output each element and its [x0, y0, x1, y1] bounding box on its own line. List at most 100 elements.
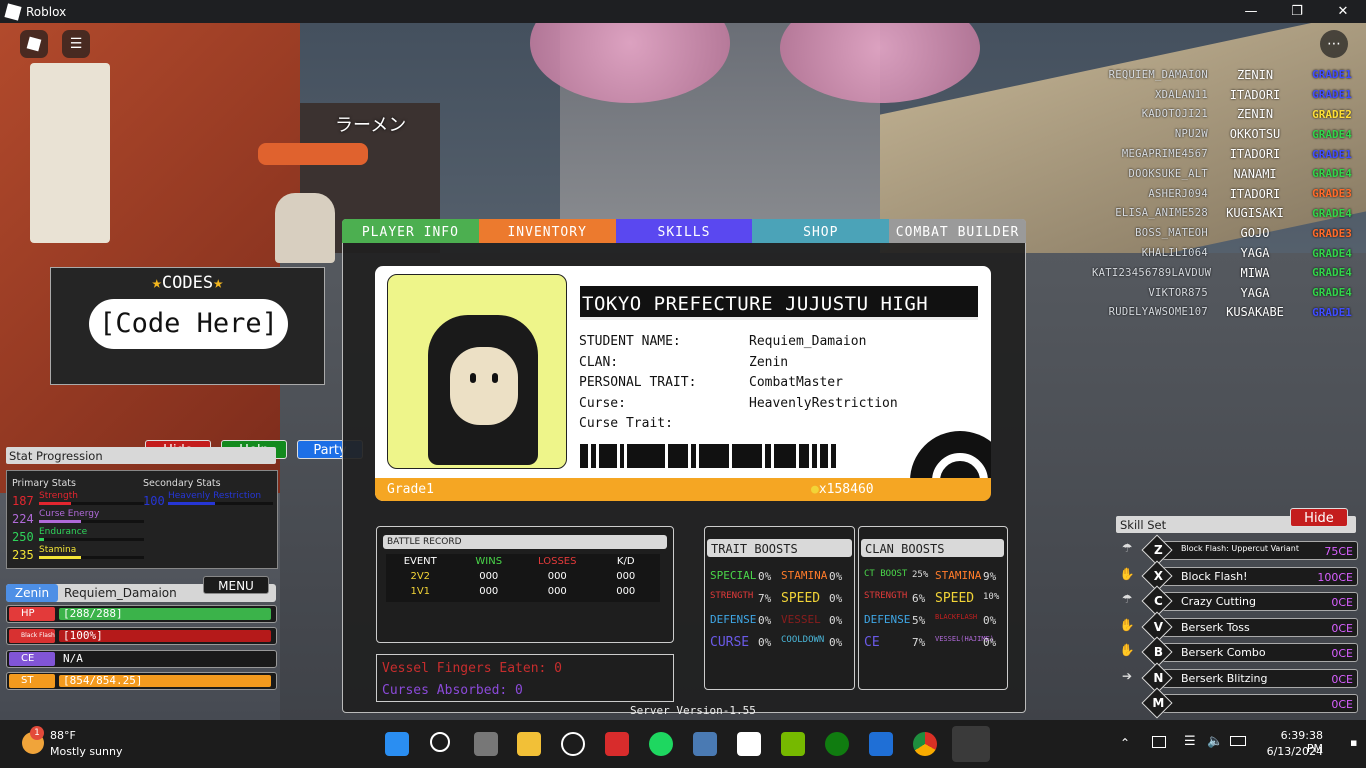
stat-value: 250: [12, 530, 34, 544]
tab-shop[interactable]: SHOP: [752, 219, 890, 243]
tab-skills[interactable]: SKILLS: [615, 219, 753, 243]
table-cell: 000: [547, 586, 567, 597]
stat-label: Strength: [39, 491, 78, 501]
field-label: CLAN:: [579, 354, 619, 370]
player-grade: GRADE4: [1312, 286, 1352, 300]
player-clan: GOJO: [1240, 226, 1270, 241]
spotify-icon[interactable]: [649, 732, 673, 756]
notification-icon[interactable]: ▪: [1350, 736, 1357, 749]
tab-inventory[interactable]: INVENTORY: [478, 219, 616, 243]
chevron-up-icon[interactable]: ⌃: [1120, 736, 1130, 750]
skill-hide-button[interactable]: Hide: [1290, 508, 1348, 527]
minimize-button[interactable]: —: [1228, 4, 1274, 19]
player-grade: GRADE4: [1312, 127, 1352, 141]
player-clan: ITADORI: [1229, 87, 1281, 102]
primary-stat-row: 235 Stamina: [12, 545, 144, 562]
clock-date[interactable]: 6/13/2024: [1265, 745, 1323, 758]
task-view-icon[interactable]: [474, 732, 498, 756]
codes-panel: ★CODES★ [Code Here]: [50, 267, 325, 385]
leaderboard-row[interactable]: RUDELYAWSOME107 KUSAKABE GRADE1: [1092, 303, 1362, 323]
leaderboard-row[interactable]: VIKTOR875 YAGA GRADE4: [1092, 283, 1362, 303]
boost-value: 10%: [983, 592, 1000, 602]
field-label: PERSONAL TRAIT:: [579, 375, 697, 390]
menu-button[interactable]: MENU: [203, 576, 269, 594]
boost-name: STRENGTH: [710, 591, 754, 601]
primary-stat-row: 187 Strength: [12, 491, 144, 508]
table-cell: 000: [479, 586, 499, 597]
secondary-stat-row: 100 Heavenly Restriction: [143, 491, 273, 508]
skill-key-label: V: [1153, 619, 1164, 634]
skill-row[interactable]: Berserk Blitzing 0CE: [1162, 668, 1358, 688]
chat-icon[interactable]: ☰: [62, 30, 90, 58]
stat-bar-fill: [39, 502, 71, 505]
tablet-icon[interactable]: [1152, 736, 1166, 748]
skill-key-label: M: [1152, 696, 1165, 710]
code-input[interactable]: [Code Here]: [89, 299, 288, 349]
player-grade: GRADE1: [1312, 68, 1352, 82]
leaderboard-row[interactable]: XDALAN11 ITADORI GRADE1: [1092, 85, 1362, 105]
skill-key-label: Z: [1154, 543, 1163, 557]
start-icon[interactable]: [385, 732, 409, 756]
player-name: NPU2W: [1174, 128, 1208, 141]
roblox-menu-icon[interactable]: [20, 30, 48, 58]
leaderboard-row[interactable]: ASHERJ094 ITADORI GRADE3: [1092, 184, 1362, 204]
more-options-icon[interactable]: ⋯: [1320, 30, 1348, 58]
boost-name: CURSE: [710, 635, 750, 650]
leaderboard-row[interactable]: DOOKSUKE_ALT NANAMI GRADE4: [1092, 164, 1362, 184]
maximize-button[interactable]: ❐: [1274, 4, 1320, 19]
boost-name: VESSEL: [781, 613, 821, 626]
student-id-card: TOKYO PREFECTURE JUJUSTU HIGH STUDENT NA…: [375, 266, 991, 501]
clan-badge: Zenin: [6, 584, 58, 602]
tab-player-info[interactable]: PLAYER INFO: [342, 219, 479, 243]
skill-cost: 0CE: [1331, 698, 1353, 711]
leaderboard-row[interactable]: ELISA_ANIME528 KUGISAKI GRADE4: [1092, 204, 1362, 224]
stat-label: Endurance: [39, 527, 88, 537]
boost-name: CE: [864, 635, 880, 650]
leaderboard-row[interactable]: KHALILI064 YAGA GRADE4: [1092, 243, 1362, 263]
player-grade: GRADE3: [1312, 187, 1352, 201]
volume-icon[interactable]: 🔈: [1207, 734, 1223, 749]
app-icon[interactable]: [605, 732, 629, 756]
boost-value: 25%: [912, 570, 929, 580]
skill-row[interactable]: Block Flash: Uppercut Variant 75CE: [1162, 541, 1358, 560]
defender-icon[interactable]: [869, 732, 893, 756]
leaderboard-row[interactable]: KATI23456789LAVDUW MIWA GRADE4: [1092, 263, 1362, 283]
boost-value: 5%: [912, 614, 926, 627]
stat-bar-fill: [39, 556, 81, 559]
weather-badge: 1: [30, 726, 44, 740]
stat-value: 187: [12, 494, 34, 508]
wifi-icon[interactable]: ☰: [1184, 734, 1196, 749]
nvidia-icon[interactable]: [781, 732, 805, 756]
leaderboard-row[interactable]: NPU2W OKKOTSU GRADE4: [1092, 124, 1362, 144]
app-icon[interactable]: [693, 732, 717, 756]
tab-combat-builder[interactable]: COMBAT BUILDER: [889, 219, 1026, 243]
skill-row[interactable]: 0CE: [1162, 694, 1358, 713]
field-value: Zenin: [749, 354, 789, 370]
close-button[interactable]: ✕: [1320, 4, 1366, 19]
player-clan: OKKOTSU: [1229, 127, 1281, 142]
stat-value: 235: [12, 548, 34, 562]
skill-row[interactable]: Crazy Cutting 0CE: [1162, 592, 1358, 611]
xbox-icon[interactable]: [825, 732, 849, 756]
skill-row[interactable]: Block Flash! 100CE: [1162, 566, 1358, 586]
player-clan: KUSAKABE: [1226, 305, 1284, 320]
leaderboard-row[interactable]: BOSS_MATEOH GOJO GRADE3: [1092, 223, 1362, 243]
media-player-icon[interactable]: [561, 732, 585, 756]
secondary-stats-header: Secondary Stats: [143, 478, 221, 489]
skill-row[interactable]: Berserk Toss 0CE: [1162, 617, 1358, 637]
boost-value: 7%: [912, 636, 926, 649]
player-name: RUDELYAWSOME107: [1108, 306, 1208, 319]
file-explorer-icon[interactable]: [517, 732, 541, 756]
npc-character[interactable]: [275, 193, 335, 263]
battery-icon[interactable]: [1230, 736, 1246, 746]
leaderboard-row[interactable]: KADOTOJI21 ZENIN GRADE2: [1092, 105, 1362, 125]
boost-value: 0%: [758, 636, 772, 649]
skill-row[interactable]: Berserk Combo 0CE: [1162, 643, 1358, 662]
search-icon[interactable]: [430, 732, 450, 752]
leaderboard-row[interactable]: REQUIEM_DAMAION ZENIN GRADE1: [1092, 65, 1362, 85]
chrome-icon[interactable]: [913, 732, 937, 756]
roblox-taskbar-icon[interactable]: [952, 726, 990, 762]
leaderboard-row[interactable]: MEGAPRIME4567 ITADORI GRADE1: [1092, 144, 1362, 164]
player-name: KADOTOJI21: [1141, 108, 1208, 121]
capcut-icon[interactable]: [737, 732, 761, 756]
